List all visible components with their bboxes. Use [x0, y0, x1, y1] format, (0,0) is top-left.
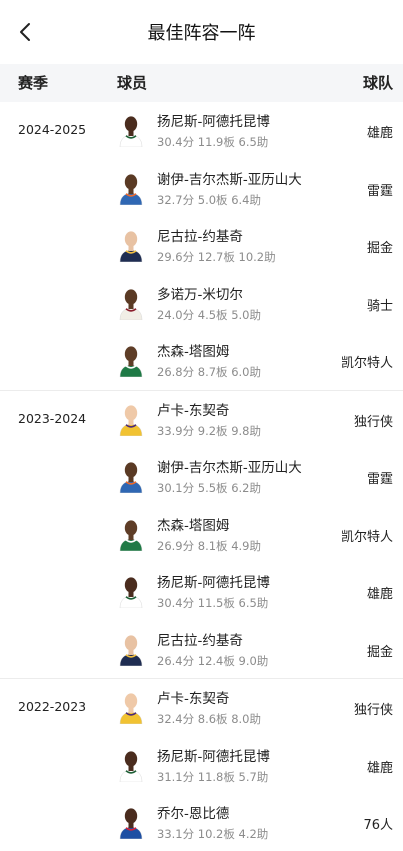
player-row[interactable]: 尼古拉-约基奇 26.4分 12.4板 9.0助 掘金: [0, 621, 403, 679]
player-avatar: [119, 346, 143, 377]
player-team: 雷霆: [366, 183, 393, 199]
player-team: 雄鹿: [366, 587, 393, 602]
player-team: 独行侠: [353, 414, 393, 430]
player-name: 扬尼斯-阿德托昆博: [157, 575, 270, 591]
player-stats: 33.1分 10.2板 4.2助: [157, 827, 269, 841]
player-stats: 30.1分 5.5板 6.2助: [157, 481, 261, 495]
player-name: 卢卡-东契奇: [157, 691, 230, 707]
player-avatar: [119, 173, 143, 205]
player-row[interactable]: 扬尼斯-阿德托昆博 30.4分 11.5板 6.5助 雄鹿: [0, 563, 403, 621]
player-avatar: [119, 750, 143, 782]
player-name: 扬尼斯-阿德托昆博: [157, 114, 270, 130]
player-team: 骑士: [366, 298, 393, 314]
player-avatar: [119, 808, 143, 839]
column-team: 球队: [362, 74, 393, 92]
player-team: 凯尔特人: [340, 529, 393, 545]
player-avatar: [119, 577, 143, 608]
player-name: 杰森-塔图姆: [157, 517, 230, 534]
season-group: 2023-2024 卢卡-东契奇 33.9分 9.2板 9.8助 独行侠 谢伊-吉尔杰斯…: [0, 391, 403, 679]
player-row[interactable]: 扬尼斯-阿德托昆博 31.1分 11.8板 5.7助 雄鹿: [0, 737, 403, 795]
player-avatar: [119, 288, 143, 320]
player-stats: 26.4分 12.4板 9.0助: [157, 653, 269, 668]
player-stats: 26.9分 8.1板 4.9助: [157, 538, 261, 553]
player-team: 雄鹿: [366, 760, 393, 776]
player-row[interactable]: 卢卡-东契奇 33.9分 9.2板 9.8助 独行侠: [0, 391, 403, 449]
player-team: 凯尔特人: [340, 356, 393, 371]
player-avatar: [119, 116, 143, 147]
column-header: 赛季 球员 球队: [0, 64, 403, 102]
player-avatar: [119, 519, 143, 551]
player-stats: 29.6分 12.7板 10.2助: [157, 250, 276, 264]
player-row[interactable]: 乔尔-恩比德 33.1分 10.2板 4.2助 76人: [0, 794, 403, 851]
player-stats: 32.4分 8.6板 8.0助: [157, 712, 261, 726]
player-team: 掘金: [366, 241, 393, 256]
player-name: 卢卡-东契奇: [157, 402, 230, 419]
column-player: 球员: [117, 74, 148, 92]
player-name: 乔尔-恩比德: [157, 806, 230, 822]
player-team: 76人: [363, 818, 393, 833]
player-team: 雄鹿: [366, 126, 393, 141]
player-avatar: [119, 634, 143, 666]
player-name: 杰森-塔图姆: [157, 344, 230, 360]
all-nba-team-list: 2024-2025 扬尼斯-阿德托昆博 30.4分 11.9板 6.5助 雄鹿 谢伊-吉…: [0, 102, 403, 851]
player-row[interactable]: 多诺万-米切尔 24.0分 4.5板 5.0助 骑士: [0, 275, 403, 333]
page-title: 最佳阵容一阵: [147, 23, 256, 44]
player-name: 谢伊-吉尔杰斯-亚历山大: [157, 171, 302, 188]
player-row[interactable]: 卢卡-东契奇 32.4分 8.6板 8.0助 独行侠: [0, 679, 403, 737]
player-row[interactable]: 谢伊-吉尔杰斯-亚历山大 30.1分 5.5板 6.2助 雷霆: [0, 448, 403, 506]
player-avatar: [119, 231, 143, 262]
top-bar: 最佳阵容一阵: [0, 0, 403, 64]
player-stats: 30.4分 11.9板 6.5助: [157, 135, 269, 149]
player-team: 独行侠: [353, 703, 393, 718]
season-group: 2024-2025 扬尼斯-阿德托昆博 30.4分 11.9板 6.5助 雄鹿 谢伊-吉…: [0, 102, 403, 391]
player-stats: 26.8分 8.7板 6.0助: [157, 365, 261, 379]
player-row[interactable]: 杰森-塔图姆 26.9分 8.1板 4.9助 凯尔特人: [0, 506, 403, 564]
column-season: 赛季: [18, 74, 49, 92]
player-stats: 32.7分 5.0板 6.4助: [157, 192, 261, 207]
player-name: 扬尼斯-阿德托昆博: [157, 748, 270, 765]
player-row[interactable]: 尼古拉-约基奇 29.6分 12.7板 10.2助 掘金: [0, 217, 403, 275]
player-row[interactable]: 扬尼斯-阿德托昆博 30.4分 11.9板 6.5助 雄鹿: [0, 102, 403, 160]
player-name: 谢伊-吉尔杰斯-亚历山大: [157, 460, 302, 476]
player-stats: 31.1分 11.8板 5.7助: [157, 769, 269, 784]
player-team: 雷霆: [366, 472, 393, 487]
player-name: 多诺万-米切尔: [157, 286, 243, 303]
player-name: 尼古拉-约基奇: [157, 632, 243, 649]
player-team: 掘金: [366, 644, 393, 660]
season-group: 2022-2023 卢卡-东契奇 32.4分 8.6板 8.0助 独行侠 扬尼斯-阿德托…: [0, 679, 403, 851]
player-row[interactable]: 杰森-塔图姆 26.8分 8.7板 6.0助 凯尔特人: [0, 332, 403, 390]
player-avatar: [119, 693, 143, 724]
player-avatar: [119, 462, 143, 493]
player-stats: 30.4分 11.5板 6.5助: [157, 596, 269, 610]
player-stats: 33.9分 9.2板 9.8助: [157, 423, 261, 438]
player-stats: 24.0分 4.5板 5.0助: [157, 307, 261, 322]
player-avatar: [119, 404, 143, 436]
player-row[interactable]: 谢伊-吉尔杰斯-亚历山大 32.7分 5.0板 6.4助 雷霆: [0, 160, 403, 218]
player-name: 尼古拉-约基奇: [157, 229, 243, 245]
